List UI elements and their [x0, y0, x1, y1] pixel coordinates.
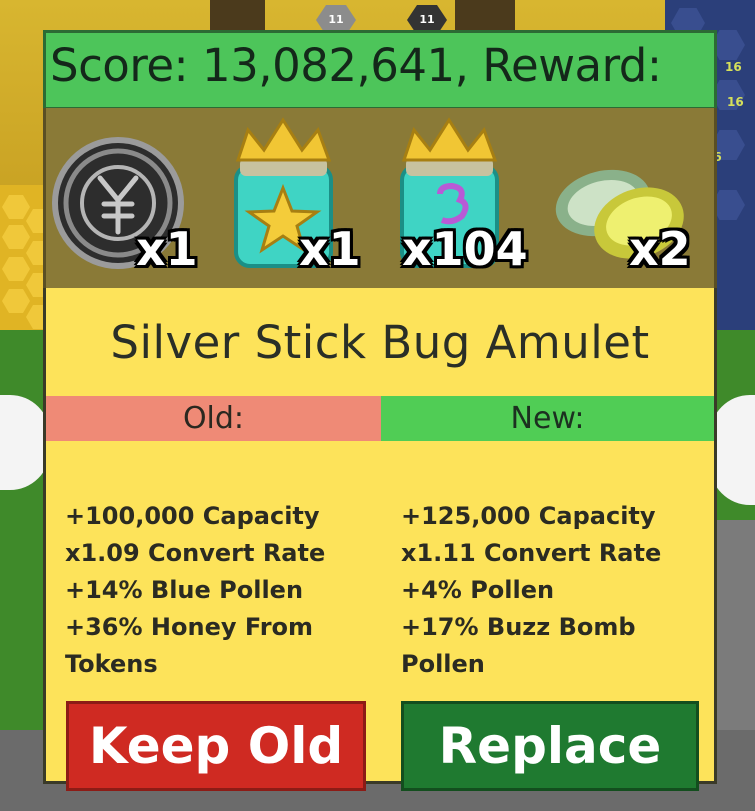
new-stats-list: +125,000 Capacity x1.11 Convert Rate +4%…	[401, 498, 691, 683]
new-header: New:	[381, 396, 714, 441]
score-reward-bar: Score: 13,082,641, Reward:	[43, 30, 717, 110]
old-stat: +100,000 Capacity	[65, 502, 320, 530]
keep-old-button[interactable]: Keep Old	[66, 701, 366, 791]
score-text: Score: 13,082,641, Reward:	[50, 39, 662, 92]
amulet-dialog: Score: 13,082,641, Reward: x1 x1 x104 x2…	[43, 30, 717, 791]
reward-item: x1	[226, 108, 386, 288]
old-stats-list: +100,000 Capacity x1.09 Convert Rate +14…	[65, 498, 355, 683]
new-stat: +4% Pollen	[401, 576, 555, 604]
old-stat: +36% Honey From	[65, 613, 314, 641]
amulet-title: Silver Stick Bug Amulet	[110, 316, 650, 369]
reward-item: x1	[48, 108, 208, 288]
old-header: Old:	[46, 396, 381, 441]
new-stat: +17% Buzz Bomb	[401, 613, 636, 641]
reward-items-bar: x1 x1 x104 x2	[43, 108, 717, 290]
new-stat: x1.11 Convert Rate	[401, 539, 662, 567]
reward-item: x104	[396, 108, 556, 288]
old-stat: +14% Blue Pollen	[65, 576, 304, 604]
replace-button[interactable]: Replace	[401, 701, 699, 791]
old-stat: Tokens	[65, 650, 158, 678]
background-hex-label: 16	[727, 95, 744, 109]
old-stat: x1.09 Convert Rate	[65, 539, 326, 567]
background-hex-label: 16	[725, 60, 742, 74]
reward-item: x2	[551, 108, 711, 288]
reward-count: x2	[629, 222, 691, 276]
reward-count: x1	[299, 222, 361, 276]
reward-count: x1	[136, 222, 198, 276]
new-stat: Pollen	[401, 650, 485, 678]
reward-count: x104	[402, 222, 528, 276]
amulet-compare-panel: Silver Stick Bug Amulet Old: New: +100,0…	[43, 288, 717, 791]
new-stat: +125,000 Capacity	[401, 502, 656, 530]
